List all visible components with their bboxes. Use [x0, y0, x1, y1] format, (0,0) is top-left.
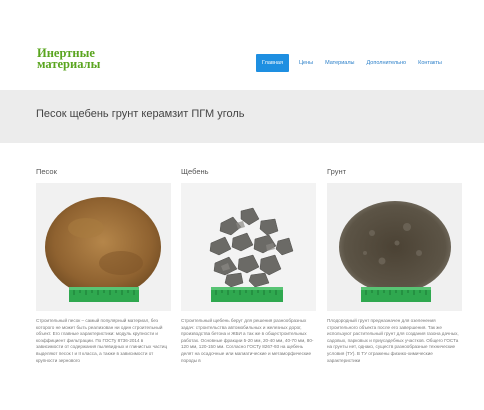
product-photo-sand[interactable] [36, 183, 171, 311]
product-description: Плодородный грунт предназначен для озеле… [327, 318, 459, 363]
product-description: Строительный песок – самый популярный ма… [36, 318, 168, 363]
site-header: Инертные материалы Главная Цены Материал… [0, 0, 484, 88]
product-description: Строительный щебень берут для решения ра… [181, 318, 314, 363]
site-logo[interactable]: Инертные материалы [37, 47, 127, 71]
sand-pile-image [36, 183, 171, 311]
product-title: Грунт [327, 167, 347, 176]
product-card-gravel: Щебень Строительный щебень берут для реш… [181, 167, 316, 408]
product-title: Песок [36, 167, 57, 176]
nav-item-prices[interactable]: Цены [299, 60, 313, 66]
page-title: Песок щебень грунт керамзит ПГМ уголь [36, 108, 245, 120]
main-nav: Главная Цены Материалы Дополнительно Кон… [256, 54, 454, 72]
product-photo-gravel[interactable] [181, 183, 316, 311]
nav-item-extra[interactable]: Дополнительно [367, 60, 407, 66]
hero-banner: Песок щебень грунт керамзит ПГМ уголь [0, 90, 484, 143]
nav-item-materials[interactable]: Материалы [325, 60, 354, 66]
product-photo-soil[interactable] [327, 183, 462, 311]
product-title: Щебень [181, 167, 209, 176]
nav-item-contacts[interactable]: Контакты [418, 60, 442, 66]
soil-pile-image [327, 183, 462, 311]
logo-line-2: материалы [37, 57, 101, 71]
nav-item-home[interactable]: Главная [256, 54, 289, 72]
product-card-sand: Песок Строительный песок – самый популяр… [36, 167, 171, 408]
gravel-pile-image [181, 183, 316, 311]
product-card-soil: Грунт Плодородный грунт предназначен для… [327, 167, 462, 408]
